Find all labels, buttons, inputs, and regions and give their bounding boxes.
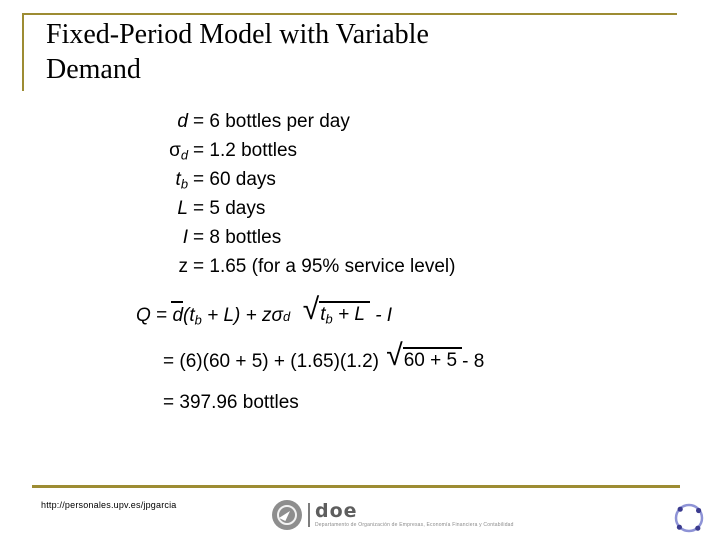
substituted-values: (6)(60 + 5) + (1.65)(1.2): [179, 351, 379, 372]
doe-emblem-icon: [272, 500, 302, 530]
result-value: 397.96 bottles: [179, 392, 299, 413]
page-title: Fixed-Period Model with Variable Demand: [46, 19, 429, 85]
doe-wordmark: doe: [315, 500, 358, 522]
equation-tail-minus-I: - I: [375, 305, 393, 326]
equation-tail-minus-8: - 8: [462, 351, 485, 372]
radicand: tb + L: [319, 301, 370, 326]
list-item: tb = 60 days: [100, 169, 455, 198]
variable-equals: = 60 days: [193, 169, 276, 190]
radical-sign-icon: √: [386, 339, 403, 372]
equation-term-tb-plus-L: (tb + L) + zσ: [183, 305, 283, 328]
variable-equals: = 8 bottles: [193, 227, 282, 248]
equals-sign: =: [163, 351, 175, 372]
variable-symbol-d: d: [177, 111, 188, 132]
variable-symbol-L: L: [177, 198, 188, 219]
list-item: z = 1.65 (for a 95% service level): [100, 256, 456, 285]
title-block: Fixed-Period Model with Variable Demand: [22, 13, 677, 91]
list-item: I = 8 bottles: [100, 227, 455, 256]
list-item: L = 5 days: [100, 198, 455, 227]
variable-equals: = 6 bottles per day: [193, 111, 350, 132]
list-item: d = 6 bottles per day: [100, 111, 455, 140]
variable-symbol-I: I: [182, 227, 188, 248]
given-values-list: d = 6 bottles per day σd = 1.2 bottles t…: [100, 111, 455, 285]
equation-line-formula: Q = d (tb + L) + zσ d √ tb + L - I: [136, 293, 393, 328]
equation-line-substituted: = (6)(60 + 5) + (1.65)(1.2) √ 60 + 5 - 8: [0, 339, 720, 392]
logo-divider: [308, 503, 310, 527]
list-item: σd = 1.2 bottles: [100, 140, 455, 169]
variable-symbol-sigma-d: σd: [169, 140, 188, 163]
doe-logo: doe Departamento de Organización de Empr…: [272, 498, 514, 532]
variable-equals: = 1.2 bottles: [193, 140, 298, 161]
variable-equals: = 5 days: [193, 198, 266, 219]
radical-sign-icon: √: [302, 293, 320, 326]
variable-symbol-tb: tb: [175, 169, 188, 192]
variable-symbol-z: z: [178, 256, 189, 277]
radical-expression: √ 60 + 5: [384, 339, 463, 372]
equation-block: Q = d (tb + L) + zσ d √ tb + L - I = (6)(6…: [0, 293, 720, 438]
equals-sign: =: [163, 392, 175, 413]
variable-equals: = 1.65 (for a 95% service level): [193, 256, 456, 277]
radical-expression: √ tb + L: [301, 293, 370, 326]
equation-line-result: = 397.96 bottles: [0, 392, 720, 438]
doe-subtitle: Departamento de Organización de Empresas…: [315, 522, 514, 528]
footer-url[interactable]: http://personales.upv.es/jpgarcia: [41, 500, 177, 510]
upv-logo-icon: [674, 503, 704, 533]
doe-text-column: doe Departamento de Organización de Empr…: [315, 500, 514, 529]
arrow-icon: [279, 508, 290, 521]
footer-divider: [32, 485, 680, 488]
equation-lhs-Q: Q: [136, 305, 151, 326]
radicand: 60 + 5: [402, 347, 463, 372]
d-bar-symbol: d: [171, 300, 184, 326]
equals-sign: =: [156, 305, 168, 326]
